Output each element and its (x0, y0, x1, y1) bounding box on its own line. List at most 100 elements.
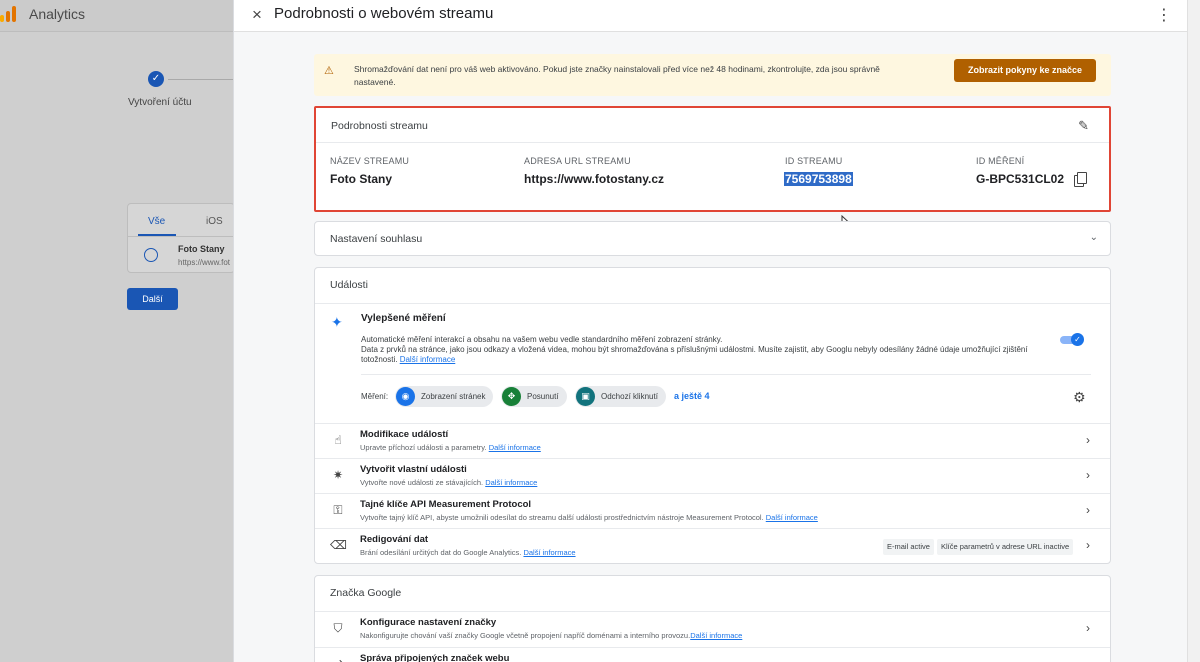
chevron-right-icon[interactable]: › (1086, 657, 1090, 662)
close-icon[interactable]: × (252, 5, 262, 25)
hand-pointer-icon: ☝ (334, 433, 342, 447)
warning-banner: ⚠ Shromažďování dat není pro váš web akt… (314, 54, 1111, 96)
enhanced-measurement-description: Automatické měření interakcí a obsahu na… (361, 335, 1041, 365)
chip-outbound-clicks[interactable]: ▣ Odchozí kliknutí (575, 386, 666, 407)
sparkle-icon: ✦ (331, 314, 343, 330)
chip-label: Odchozí kliknutí (601, 392, 658, 401)
stream-details-card: Podrobnosti streamu ✎ NÁZEV STREAMU Foto… (314, 106, 1111, 212)
divider (315, 303, 1110, 304)
row-subtitle-text: Brání odesílání určitých dat do Google A… (360, 548, 522, 557)
row-title: Tajné klíče API Measurement Protocol (360, 499, 532, 510)
learn-more-link[interactable]: Další informace (523, 548, 575, 557)
measurement-label: Měření: (361, 392, 389, 401)
stepper-line (168, 79, 234, 80)
measurement-id-label: ID MĚŘENÍ (976, 156, 1025, 166)
stream-url-value: https://www.fotostany.cz (524, 172, 664, 186)
warning-icon: ⚠ (324, 65, 334, 77)
google-tag-card: Značka Google ⛉ Konfigurace nastavení zn… (314, 575, 1111, 662)
chevron-down-icon[interactable]: ⌄ (1090, 232, 1098, 243)
row-title: Modifikace událostí (360, 429, 449, 440)
step-label: Vytvoření účtu (128, 97, 192, 108)
row-subtitle-text: Vytvořte nové události ze stávajících. (360, 478, 484, 487)
learn-more-link[interactable]: Další informace (485, 478, 537, 487)
panel-title: Podrobnosti o webovém streamu (274, 5, 494, 22)
row-subtitle: Vytvořte nové události ze stávajících. D… (360, 478, 537, 487)
stream-id-value[interactable]: 7569753898 (784, 172, 853, 186)
connected-tags-icon: ⇄ (330, 657, 346, 662)
row-create-custom-events[interactable]: ✷ Vytvořit vlastní události Vytvořte nov… (315, 458, 1110, 493)
events-title: Události (330, 279, 368, 291)
enhanced-desc-line2: Data z prvků na stránce, jako jsou odkaz… (361, 345, 1028, 364)
row-connected-tags[interactable]: ⇄ Správa připojených značek webu › (315, 647, 1110, 662)
tag-settings-icon: ⛉ (333, 621, 343, 635)
chip-scrolls[interactable]: ✥ Posunutí (501, 386, 567, 407)
more-options-icon[interactable]: ⋮ (1156, 5, 1172, 25)
enhanced-measurement-toggle[interactable]: ✓ (1060, 333, 1084, 347)
row-title: Konfigurace nastavení značky (360, 617, 497, 628)
stream-url: https://www.fot (178, 258, 231, 267)
stream-name-label: NÁZEV STREAMU (330, 156, 410, 166)
row-tag-settings[interactable]: ⛉ Konfigurace nastavení značky Nakonfigu… (315, 612, 1110, 647)
row-modify-events[interactable]: ☝ Modifikace událostí Upravte příchozí u… (315, 423, 1110, 458)
tab-all[interactable]: Vše (148, 216, 165, 227)
more-measurements-link[interactable]: a ještě 4 (674, 391, 710, 401)
analytics-logo-icon (0, 6, 18, 22)
row-api-secrets[interactable]: ⚿ Tajné klíče API Measurement Protocol V… (315, 493, 1110, 528)
divider (128, 236, 234, 237)
learn-more-link[interactable]: Další informace (690, 631, 742, 640)
consent-settings-card[interactable]: Nastavení souhlasu ⌄ (314, 221, 1111, 256)
chevron-right-icon[interactable]: › (1086, 538, 1090, 552)
next-button[interactable]: Další (127, 288, 178, 310)
eraser-icon: ⌫ (330, 538, 347, 552)
chevron-right-icon[interactable]: › (1086, 621, 1090, 635)
stream-id-label: ID STREAMU (785, 156, 843, 166)
row-title: Redigování dat (360, 534, 429, 545)
chip-label: Posunutí (527, 392, 559, 401)
google-tag-title: Značka Google (330, 587, 402, 599)
learn-more-link[interactable]: Další informace (400, 355, 456, 364)
eye-icon: ◉ (396, 387, 415, 406)
row-title: Vytvořit vlastní události (360, 464, 467, 475)
email-status-badge: E-mail active (883, 539, 934, 555)
row-subtitle-text: Vytvořte tajný klíč API, abyste umožnili… (360, 513, 764, 522)
divider (361, 374, 1091, 375)
measurement-id-value: G-BPC531CL02 (976, 172, 1065, 186)
divider (316, 142, 1109, 143)
check-icon: ✓ (1071, 333, 1084, 346)
row-subtitle: Upravte příchozí události a parametry. D… (360, 443, 541, 452)
chip-label: Zobrazení stránek (421, 392, 486, 401)
panel-header: × Podrobnosti o webovém streamu ⋮ (234, 0, 1188, 32)
events-card: Události ✦ Vylepšené měření Automatické … (314, 267, 1111, 564)
stream-name[interactable]: Foto Stany (178, 244, 225, 254)
view-tag-instructions-button[interactable]: Zobrazit pokyny ke značce (954, 59, 1096, 82)
enhanced-desc-line1: Automatické měření interakcí a obsahu na… (361, 335, 723, 344)
chip-page-views[interactable]: ◉ Zobrazení stránek (395, 386, 494, 407)
copy-icon[interactable] (1074, 172, 1087, 187)
enhanced-measurement-title: Vylepšené měření (361, 313, 446, 324)
row-data-redaction[interactable]: ⌫ Redigování dat Brání odesílání určitýc… (315, 528, 1110, 563)
stream-details-panel: × Podrobnosti o webovém streamu ⋮ ⚠ Shro… (233, 0, 1188, 662)
scroll-icon: ✥ (502, 387, 521, 406)
row-title: Správa připojených značek webu (360, 653, 510, 662)
stream-name-value: Foto Stany (330, 172, 392, 186)
chevron-right-icon[interactable]: › (1086, 503, 1090, 517)
app-title: Analytics (29, 6, 86, 22)
edit-icon[interactable]: ✎ (1078, 118, 1089, 134)
mouse-icon: ▣ (576, 387, 595, 406)
learn-more-link[interactable]: Další informace (766, 513, 818, 522)
key-icon: ⚿ (333, 503, 343, 517)
row-subtitle-text: Nakonfigurujte chování vaší značky Googl… (360, 631, 691, 640)
gear-icon[interactable]: ⚙ (1073, 389, 1086, 406)
consent-settings-title: Nastavení souhlasu (330, 233, 423, 245)
step-complete-icon: ✓ (148, 71, 164, 87)
scrollbar[interactable] (1187, 0, 1200, 662)
stream-details-title: Podrobnosti streamu (331, 120, 428, 132)
learn-more-link[interactable]: Další informace (489, 443, 541, 452)
row-subtitle: Brání odesílání určitých dat do Google A… (360, 548, 576, 557)
chevron-right-icon[interactable]: › (1086, 433, 1090, 447)
row-subtitle-text: Upravte příchozí události a parametry. (360, 443, 487, 452)
globe-icon (144, 248, 158, 262)
click-sparkle-icon: ✷ (332, 468, 344, 482)
tab-ios[interactable]: iOS (206, 216, 223, 227)
chevron-right-icon[interactable]: › (1086, 468, 1090, 482)
